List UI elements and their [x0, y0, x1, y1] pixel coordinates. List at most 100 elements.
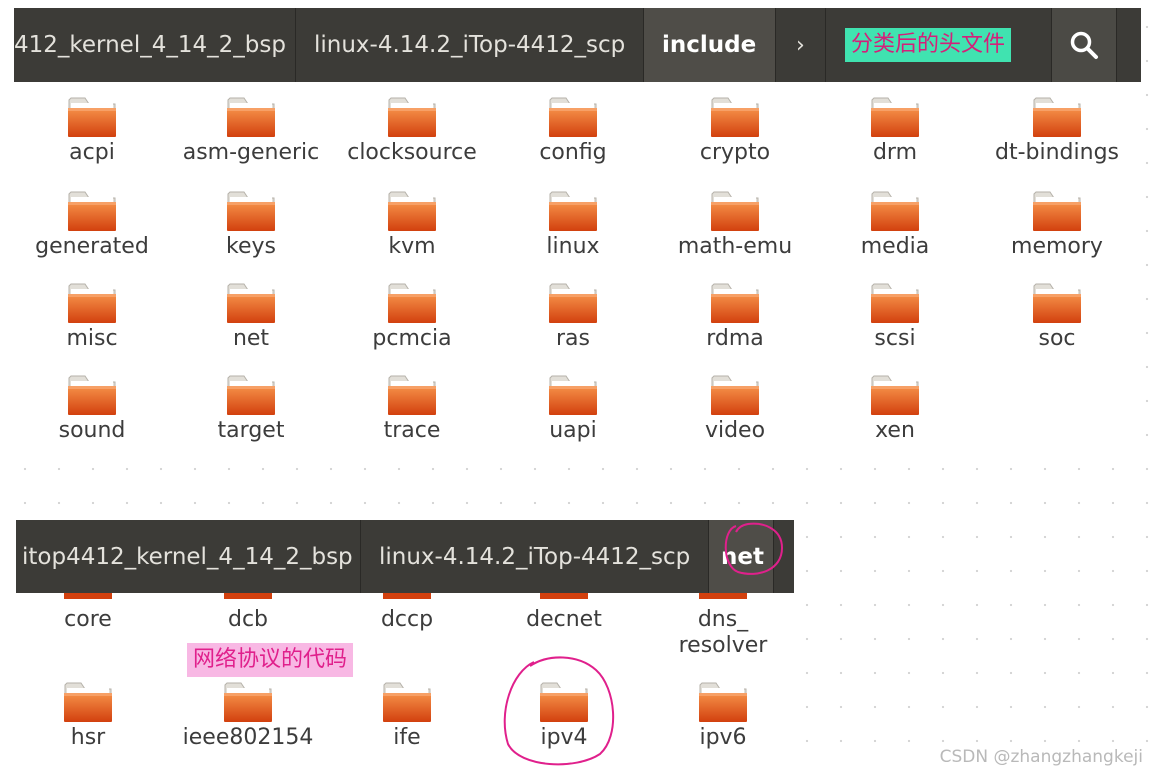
folder-item[interactable]: generated	[14, 188, 172, 260]
folder-label: xen	[875, 418, 915, 443]
folder-icon	[871, 97, 919, 137]
folder-label: asm-generic	[182, 140, 320, 165]
watermark: CSDN @zhangzhangkeji	[939, 747, 1143, 767]
breadcrumb-bsp[interactable]: 412_kernel_4_14_2_bsp	[14, 8, 296, 82]
folder-label: uapi	[549, 418, 597, 443]
folder-label: drm	[872, 140, 918, 165]
folder-label: ipv4	[540, 725, 588, 750]
folder-icon	[1033, 191, 1081, 231]
folder-item[interactable]: ipv4	[484, 679, 644, 751]
annotation-network-protocols: 网络协议的代码	[187, 643, 354, 677]
folder-item[interactable]: acpi	[14, 94, 172, 166]
search-icon	[1070, 31, 1098, 59]
breadcrumb-linux-scp[interactable]: linux-4.14.2_iTop-4412_scp	[361, 520, 709, 593]
folder-item[interactable]: target	[171, 372, 331, 444]
folder-icon	[388, 191, 436, 231]
folder-icon	[871, 283, 919, 323]
folder-item[interactable]: linux	[493, 188, 653, 260]
folder-item[interactable]: config	[493, 94, 653, 166]
folder-label[interactable]: dcb	[168, 607, 328, 633]
folder-icon	[68, 375, 116, 415]
folder-item[interactable]: net	[171, 280, 331, 352]
folder-item[interactable]: hsr	[16, 679, 168, 751]
folder-icon	[540, 682, 588, 722]
folder-icon	[64, 682, 112, 722]
folder-item[interactable]: pcmcia	[332, 280, 492, 352]
folder-icon	[227, 191, 275, 231]
folder-icon-partial	[699, 593, 747, 599]
annotation-header-files: 分类后的头文件	[845, 28, 1012, 62]
folder-label: video	[704, 418, 766, 443]
folder-label: math-emu	[677, 234, 793, 259]
folder-item[interactable]: misc	[14, 280, 172, 352]
folder-icon	[227, 97, 275, 137]
folder-item[interactable]: ipv6	[643, 679, 794, 751]
folder-icon	[388, 375, 436, 415]
folder-item[interactable]: math-emu	[655, 188, 815, 260]
folder-icon	[68, 97, 116, 137]
folder-label: ife	[393, 725, 421, 750]
folder-label: scsi	[874, 326, 916, 351]
folder-label: linux	[546, 234, 600, 259]
folder-label: ipv6	[699, 725, 747, 750]
folder-item[interactable]: video	[655, 372, 815, 444]
folder-label[interactable]: dns_ resolver	[643, 607, 794, 659]
folder-label: dt-bindings	[995, 140, 1119, 165]
folder-item[interactable]: keys	[171, 188, 331, 260]
folder-item[interactable]: kvm	[332, 188, 492, 260]
folder-item[interactable]: clocksource	[332, 94, 492, 166]
folder-icon-partial	[383, 593, 431, 599]
folder-item[interactable]: dt-bindings	[977, 94, 1137, 166]
breadcrumb-include[interactable]: include	[644, 8, 776, 82]
breadcrumb-net[interactable]: net	[709, 520, 774, 593]
folder-label: net	[232, 326, 270, 351]
folder-item[interactable]: scsi	[815, 280, 975, 352]
file-manager-include: 412_kernel_4_14_2_bsp linux-4.14.2_iTop-…	[14, 8, 1141, 466]
folder-item[interactable]: rdma	[655, 280, 815, 352]
folder-icon	[871, 375, 919, 415]
folder-icon	[388, 97, 436, 137]
folder-label: soc	[1038, 326, 1076, 351]
folder-label: pcmcia	[372, 326, 452, 351]
breadcrumb-linux-scp[interactable]: linux-4.14.2_iTop-4412_scp	[296, 8, 644, 82]
folder-label: memory	[1011, 234, 1103, 259]
folder-icon-partial	[540, 593, 588, 599]
folder-item[interactable]: ieee802154	[168, 679, 328, 751]
folder-label: keys	[226, 234, 276, 259]
breadcrumb-itop-bsp[interactable]: itop4412_kernel_4_14_2_bsp	[16, 520, 361, 593]
folder-icon	[549, 375, 597, 415]
path-bar: itop4412_kernel_4_14_2_bsp linux-4.14.2_…	[16, 520, 794, 593]
search-button[interactable]	[1051, 8, 1117, 82]
folder-label[interactable]: core	[16, 607, 168, 633]
folder-label[interactable]: dccp	[327, 607, 487, 633]
folder-item[interactable]: media	[815, 188, 975, 260]
folder-label: config	[539, 140, 607, 165]
folder-item[interactable]: ras	[493, 280, 653, 352]
folder-item[interactable]: memory	[977, 188, 1137, 260]
folder-icon	[68, 191, 116, 231]
folder-icon	[227, 375, 275, 415]
folder-icon	[549, 283, 597, 323]
folder-label: acpi	[69, 140, 115, 165]
folder-item[interactable]: asm-generic	[171, 94, 331, 166]
folder-item[interactable]: soc	[977, 280, 1137, 352]
folder-item[interactable]: sound	[14, 372, 172, 444]
folder-item[interactable]: xen	[815, 372, 975, 444]
folder-icon	[699, 682, 747, 722]
folder-label: generated	[35, 234, 149, 259]
folder-item[interactable]: crypto	[655, 94, 815, 166]
folder-item[interactable]: ife	[327, 679, 487, 751]
folder-grid: acpi asm-generic clocksource config crypto dr…	[14, 82, 1141, 466]
folder-label: hsr	[70, 725, 106, 750]
folder-icon	[227, 283, 275, 323]
folder-label: sound	[58, 418, 126, 443]
folder-icon	[383, 682, 431, 722]
folder-item[interactable]: drm	[815, 94, 975, 166]
folder-icon	[1033, 97, 1081, 137]
folder-label: kvm	[388, 234, 436, 259]
folder-item[interactable]: uapi	[493, 372, 653, 444]
folder-item[interactable]: trace	[332, 372, 492, 444]
folder-icon	[549, 97, 597, 137]
folder-label[interactable]: decnet	[484, 607, 644, 633]
breadcrumb-forward-arrow[interactable]: ›	[776, 8, 826, 82]
